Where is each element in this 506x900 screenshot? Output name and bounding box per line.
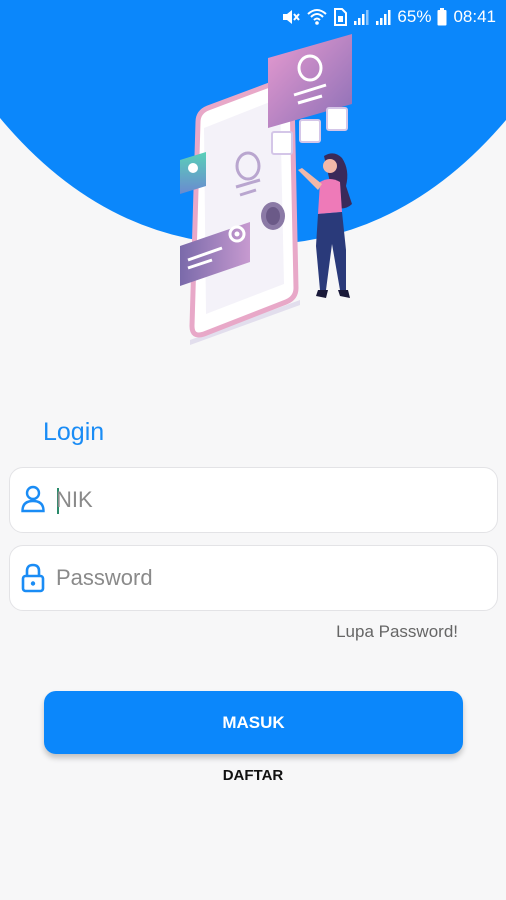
- password-input[interactable]: [56, 560, 476, 596]
- forgot-password-link[interactable]: Lupa Password!: [336, 622, 458, 642]
- signal-icon: [354, 10, 369, 25]
- nik-input[interactable]: [56, 482, 476, 518]
- nik-field[interactable]: [9, 467, 498, 533]
- clock: 08:41: [453, 7, 496, 26]
- signal-icon: [376, 10, 391, 25]
- user-icon: [21, 485, 45, 513]
- register-button[interactable]: DAFTAR: [203, 764, 303, 786]
- battery-percent: 65%: [397, 7, 432, 26]
- status-bar: 65% 08:41: [0, 0, 506, 34]
- battery-icon: [437, 8, 447, 26]
- wifi-icon: [307, 9, 328, 25]
- login-title: Login: [43, 418, 105, 446]
- lock-icon: [21, 563, 45, 593]
- header-background: [0, 0, 506, 345]
- login-button[interactable]: MASUK: [44, 691, 463, 754]
- mute-icon: [283, 10, 301, 24]
- sim-icon: [334, 8, 348, 26]
- password-field[interactable]: [9, 545, 498, 611]
